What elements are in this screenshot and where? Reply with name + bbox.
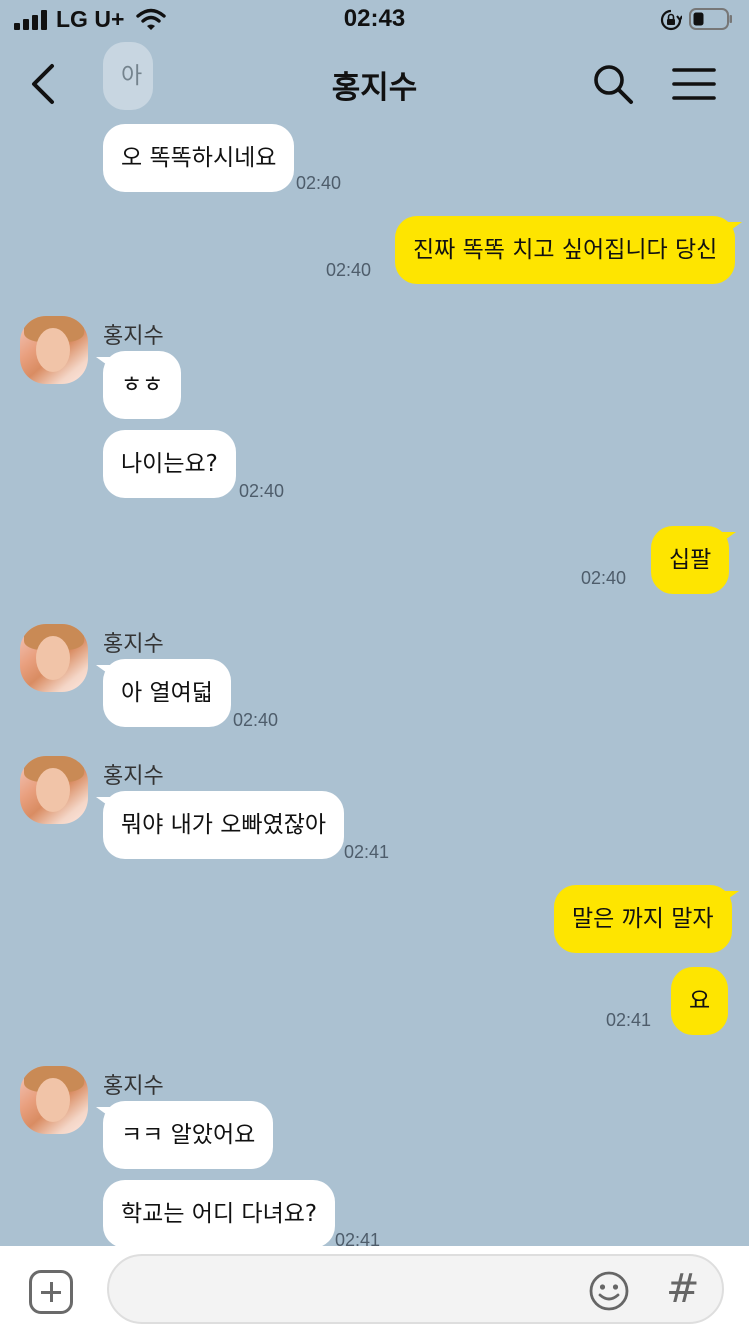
avatar[interactable] [20,316,88,384]
avatar[interactable] [20,756,88,824]
message-bubble: ㅎㅎ [96,351,182,419]
bubble-tail [724,891,739,901]
avatar[interactable] [20,1066,88,1134]
message-bubble: 아 열여덟 [96,659,231,727]
chat-area[interactable]: 아 오 똑똑하시네요 02:40 진짜 똑똑 치고 싶어집니다 당신 02:40… [0,0,749,1246]
rotation-lock-icon [660,9,682,31]
message-text: 십팔 [669,546,712,573]
sender-name: 홍지수 [103,764,164,789]
message-text: 나이는요? [121,450,218,477]
avatar[interactable] [20,624,88,692]
message-time: 02:41 [344,842,390,862]
message-text: ㅎㅎ [121,371,164,398]
bubble-tail [96,357,110,367]
message-input[interactable] [107,1254,724,1324]
message-time: 02:40 [239,481,285,501]
message-bubble: 진짜 똑똑 치고 싶어집니다 당신 [395,216,743,284]
sender-name: 홍지수 [103,324,164,349]
message-text: 아 열여덟 [121,679,213,706]
message-time: 02:40 [581,568,627,588]
input-bar: # [0,1246,749,1334]
message-bubble: 오 똑똑하시네요 [103,124,295,192]
message-text: 진짜 똑똑 치고 싶어집니다 당신 [413,236,718,263]
message-time: 02:41 [606,1010,652,1030]
message-text: ㅋㅋ 알았어요 [121,1121,256,1148]
message-bubble: ㅋㅋ 알았어요 [96,1101,274,1169]
chat-title[interactable]: 홍지수 [0,62,749,107]
message-text: 뭐야 내가 오빠였잖아 [121,811,327,838]
chat-header: 홍지수 [0,42,749,122]
message-bubble: 학교는 어디 다녀요? [103,1180,336,1246]
plus-icon[interactable] [29,1270,73,1314]
sender-name: 홍지수 [103,632,164,657]
message-time: 02:40 [233,710,279,730]
message-text: 요 [689,987,711,1014]
message-text: 학교는 어디 다녀요? [121,1200,318,1227]
message-text: 말은 까지 말자 [572,905,714,932]
search-icon[interactable] [591,62,635,106]
sender-name: 홍지수 [103,1074,164,1099]
status-time: 02:43 [343,5,406,32]
status-bar: LG U+ 02:43 [0,0,749,42]
message-bubble: 요 [671,967,729,1035]
battery-icon [689,8,732,30]
bubble-tail [96,1107,110,1117]
message-bubble: 뭐야 내가 오빠였잖아 [96,791,345,859]
message-time: 02:40 [326,260,372,280]
menu-icon[interactable] [669,64,719,104]
message-bubble: 십팔 [651,526,737,594]
hashtag-icon[interactable]: # [666,1266,700,1312]
message-bubble: 나이는요? [103,430,236,498]
message-text: 오 똑똑하시네요 [121,144,277,171]
bubble-tail [96,797,110,807]
emoji-icon[interactable] [588,1270,630,1312]
bubble-tail [96,665,110,675]
bubble-tail [728,222,743,232]
message-time: 02:41 [335,1230,381,1246]
message-bubble: 말은 까지 말자 [554,885,739,953]
message-time: 02:40 [296,173,342,193]
bubble-tail [722,532,737,542]
